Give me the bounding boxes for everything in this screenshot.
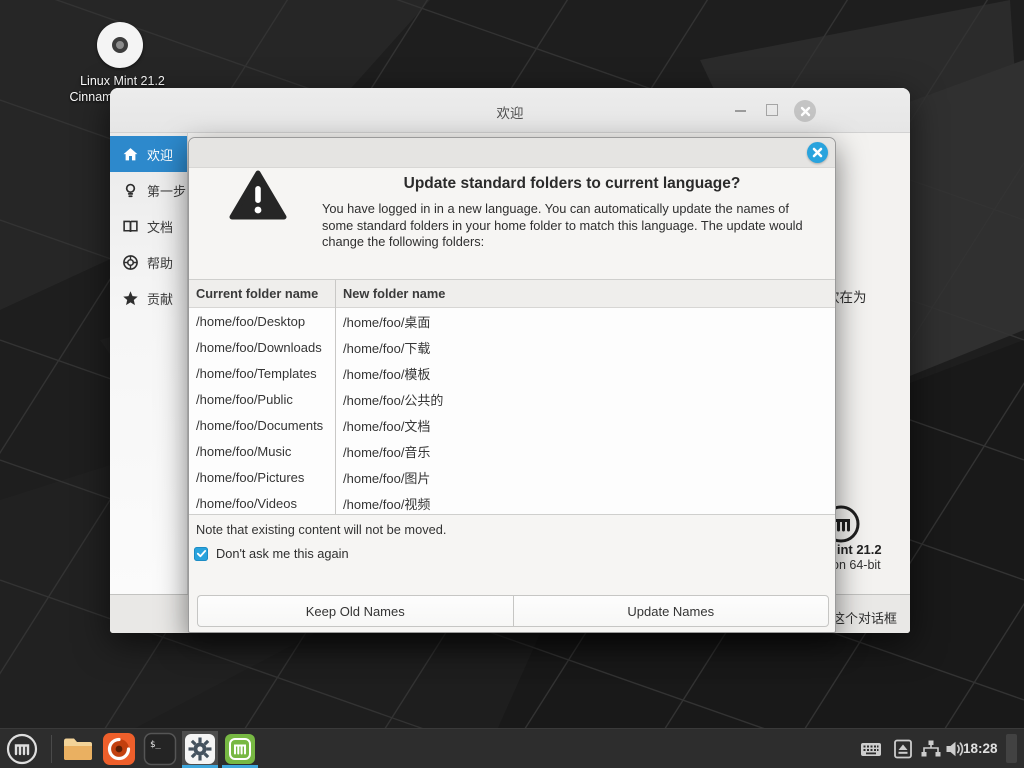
- cell-new: /home/foo/视频: [335, 494, 430, 513]
- sidebar-item-first-steps[interactable]: 第一步: [110, 172, 187, 208]
- cell-current: /home/foo/Documents: [189, 418, 335, 433]
- dialog-body: You have logged in in a new language. Yo…: [322, 201, 814, 251]
- table-row[interactable]: /home/foo/Music /home/foo/音乐: [189, 438, 835, 464]
- dialog-close-button[interactable]: [807, 142, 828, 163]
- sidebar-item-label: 第一步: [147, 181, 186, 200]
- cd-disc-icon: [97, 22, 143, 68]
- close-button[interactable]: [794, 100, 816, 122]
- close-icon: [800, 106, 811, 117]
- dialog-header[interactable]: [189, 138, 835, 168]
- taskbar: $_: [0, 728, 1024, 768]
- cell-new: /home/foo/图片: [335, 468, 430, 487]
- dont-ask-checkbox[interactable]: [194, 547, 208, 561]
- sidebar-item-welcome[interactable]: 欢迎: [110, 136, 187, 172]
- show-desktop-button[interactable]: [1006, 734, 1017, 763]
- firefox-icon: [102, 732, 136, 766]
- cell-current: /home/foo/Downloads: [189, 340, 335, 355]
- firefox-launcher[interactable]: [101, 731, 137, 767]
- sidebar-item-documentation[interactable]: 文档: [110, 208, 187, 244]
- file-manager-launcher[interactable]: [60, 731, 96, 767]
- cell-current: /home/foo/Public: [189, 392, 335, 407]
- lightbulb-icon: [122, 182, 139, 199]
- table-header: Current folder name New folder name: [189, 280, 835, 308]
- table-row[interactable]: /home/foo/Pictures /home/foo/图片: [189, 464, 835, 490]
- cell-new: /home/foo/公共的: [335, 390, 443, 409]
- cell-current: /home/foo/Templates: [189, 366, 335, 381]
- table-row[interactable]: /home/foo/Desktop /home/foo/桌面: [189, 308, 835, 334]
- minimize-button[interactable]: [735, 110, 746, 112]
- update-folders-dialog: Update standard folders to current langu…: [188, 137, 836, 633]
- terminal-icon: $_: [143, 732, 177, 766]
- cell-current: /home/foo/Music: [189, 444, 335, 459]
- close-icon: [812, 147, 823, 158]
- table-row[interactable]: /home/foo/Templates /home/foo/模板: [189, 360, 835, 386]
- window-title: 欢迎: [110, 102, 910, 122]
- folder-icon: [61, 732, 95, 766]
- sidebar-item-label: 帮助: [147, 253, 173, 272]
- mint-menu-icon: [5, 732, 39, 766]
- cell-new: /home/foo/桌面: [335, 312, 430, 331]
- keep-old-names-button[interactable]: Keep Old Names: [197, 595, 513, 627]
- cell-new: /home/foo/模板: [335, 364, 430, 383]
- sidebar-item-label: 文档: [147, 217, 173, 236]
- svg-text:$_: $_: [150, 740, 161, 750]
- settings-launcher[interactable]: [182, 731, 218, 767]
- table-row[interactable]: /home/foo/Public /home/foo/公共的: [189, 386, 835, 412]
- sidebar-item-label: 欢迎: [147, 145, 173, 164]
- home-icon: [122, 146, 139, 163]
- column-header-new: New folder name: [335, 286, 445, 301]
- table-row[interactable]: /home/foo/Documents /home/foo/文档: [189, 412, 835, 438]
- taskbar-clock[interactable]: 18:28: [963, 741, 1007, 756]
- mint-menu-button[interactable]: [4, 731, 40, 767]
- removable-media-tray-icon[interactable]: [892, 738, 914, 760]
- gear-icon: [184, 733, 216, 765]
- desktop: Linux Mint 21.2 Cinnamon 欢迎 欢迎: [0, 0, 1024, 768]
- terminal-launcher[interactable]: $_: [142, 731, 178, 767]
- table-row[interactable]: /home/foo/Downloads /home/foo/下载: [189, 334, 835, 360]
- taskbar-separator: [51, 735, 52, 763]
- footer-checkbox-label-fragment: 这个对话框: [832, 608, 897, 627]
- cell-new: /home/foo/下载: [335, 338, 430, 357]
- cell-new: /home/foo/音乐: [335, 442, 430, 461]
- titlebar[interactable]: 欢迎: [110, 88, 910, 133]
- check-icon: [196, 548, 207, 559]
- maximize-button[interactable]: [766, 104, 778, 116]
- desktop-icon-label-line1: Linux Mint 21.2: [30, 73, 215, 89]
- sidebar-item-help[interactable]: 帮助: [110, 244, 187, 280]
- cell-current: /home/foo/Videos: [189, 496, 335, 511]
- table-row[interactable]: /home/foo/Videos /home/foo/视频: [189, 490, 835, 516]
- note-text: Note that existing content will not be m…: [196, 522, 446, 537]
- lifebuoy-icon: [122, 254, 139, 271]
- mint-welcome-icon: [224, 733, 256, 765]
- cell-new: /home/foo/文档: [335, 416, 430, 435]
- cell-current: /home/foo/Pictures: [189, 470, 335, 485]
- sidebar: 欢迎 第一步 文档: [110, 133, 188, 594]
- mint-welcome-launcher[interactable]: [222, 731, 258, 767]
- network-tray-icon[interactable]: [920, 738, 942, 760]
- mint-edition-fragment: on 64-bit: [832, 558, 881, 572]
- book-icon: [122, 218, 139, 235]
- star-icon: [122, 290, 139, 307]
- folders-table: Current folder name New folder name /hom…: [189, 279, 835, 515]
- sidebar-item-label: 贡献: [147, 289, 173, 308]
- dont-ask-label: Don't ask me this again: [216, 546, 349, 561]
- cell-current: /home/foo/Desktop: [189, 314, 335, 329]
- warning-icon: [229, 170, 287, 227]
- sidebar-item-contribute[interactable]: 贡献: [110, 280, 187, 316]
- dialog-title: Update standard folders to current langu…: [322, 175, 822, 193]
- keyboard-layout-tray-icon[interactable]: [860, 738, 882, 760]
- column-header-current: Current folder name: [189, 286, 335, 301]
- column-separator: [335, 280, 336, 514]
- update-names-button[interactable]: Update Names: [513, 595, 830, 627]
